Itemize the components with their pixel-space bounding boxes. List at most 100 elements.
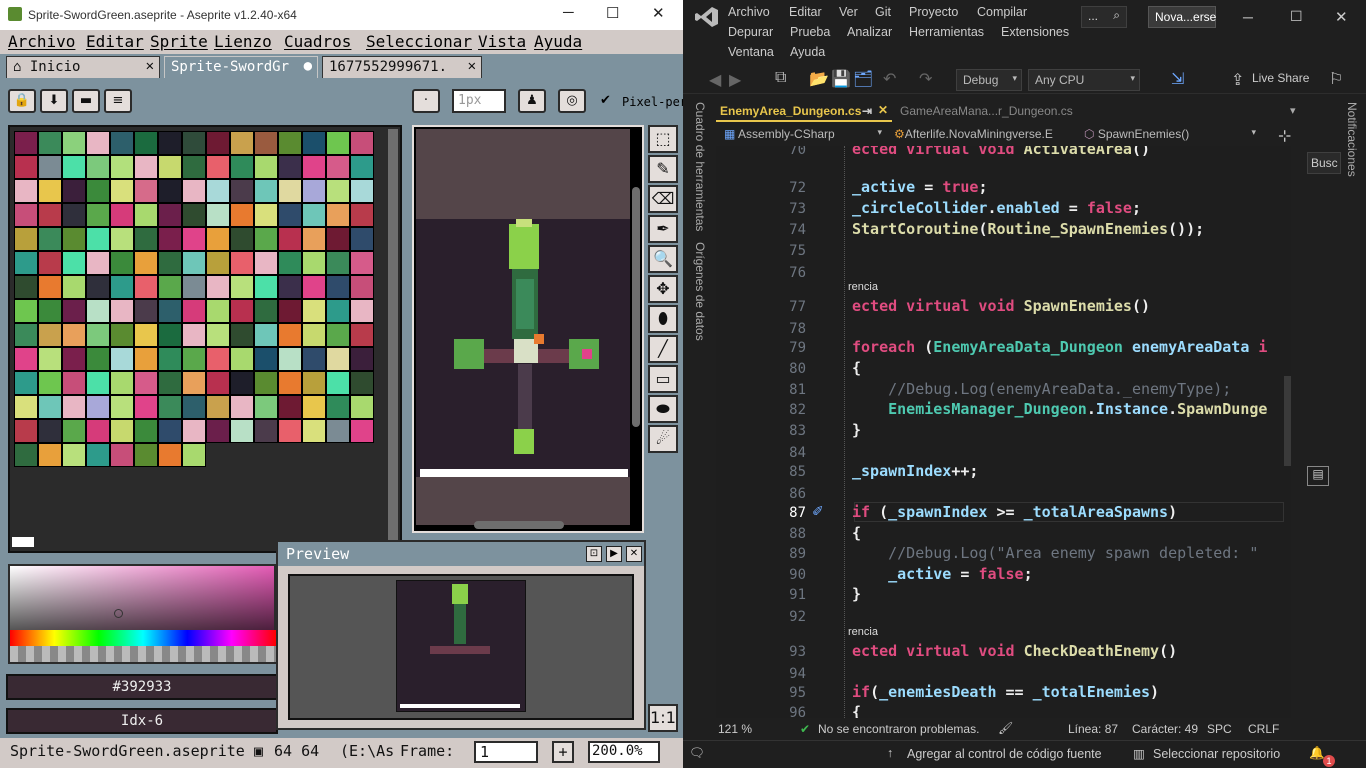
palette-swatch[interactable] — [110, 155, 134, 179]
palette-swatch[interactable] — [230, 347, 254, 371]
palette-swatch[interactable] — [38, 299, 62, 323]
line-endings[interactable]: CRLF — [1248, 722, 1279, 736]
palette-swatch[interactable] — [182, 347, 206, 371]
eraser-icon[interactable]: ⌫ — [648, 185, 678, 213]
palette-swatch[interactable] — [62, 251, 86, 275]
attach-icon[interactable]: ⇲ — [1171, 69, 1184, 89]
palette-swatch[interactable] — [230, 251, 254, 275]
palette-swatch[interactable] — [206, 251, 230, 275]
palette-swatch[interactable] — [278, 227, 302, 251]
palette-swatch[interactable] — [110, 443, 134, 467]
palette-swatch[interactable] — [134, 179, 158, 203]
code-line[interactable]: EnemiesManager_Dungeon.Instance.SpawnDun… — [852, 400, 1267, 418]
palette-swatch[interactable] — [230, 179, 254, 203]
palette-swatch[interactable] — [254, 179, 278, 203]
palette-swatch[interactable] — [350, 275, 374, 299]
symmetry-icon[interactable]: ◎ — [558, 89, 586, 113]
menu-cuadros[interactable]: Cuadros — [284, 32, 351, 51]
marquee-icon[interactable]: ⬚ — [648, 125, 678, 153]
palette-swatch[interactable] — [182, 371, 206, 395]
palette-swatch[interactable] — [38, 419, 62, 443]
palette-swatch[interactable] — [158, 395, 182, 419]
palette-swatch[interactable] — [182, 419, 206, 443]
select-repo-button[interactable]: Seleccionar repositorio — [1153, 747, 1280, 761]
open-folder-icon[interactable]: 📂 — [809, 69, 829, 89]
palette-swatch[interactable] — [134, 323, 158, 347]
palette-swatch[interactable] — [110, 251, 134, 275]
palette-swatch[interactable] — [158, 323, 182, 347]
palette-swatch[interactable] — [230, 299, 254, 323]
palette-swatch[interactable] — [158, 347, 182, 371]
palette-swatch[interactable] — [62, 227, 86, 251]
canvas-vscrollbar[interactable] — [630, 127, 642, 531]
palette-swatch[interactable] — [62, 395, 86, 419]
back-icon[interactable]: ◀ — [709, 70, 721, 90]
palette-swatch[interactable] — [110, 395, 134, 419]
palette-swatch[interactable] — [62, 299, 86, 323]
palette-swatch[interactable] — [278, 371, 302, 395]
palette-swatch[interactable] — [206, 179, 230, 203]
zoom-input[interactable]: 200.0% — [588, 741, 660, 763]
palette-swatch[interactable] — [14, 347, 38, 371]
palette-swatch[interactable] — [182, 395, 206, 419]
maximize-icon[interactable]: ☐ — [1290, 8, 1303, 25]
palette-swatch[interactable] — [38, 323, 62, 347]
palette-swatch[interactable] — [230, 275, 254, 299]
palette-swatch[interactable] — [302, 323, 326, 347]
palette-grid[interactable] — [14, 131, 374, 543]
palette-swatch[interactable] — [206, 395, 230, 419]
color-index-field[interactable]: Idx-6 — [6, 708, 278, 734]
minimize-icon[interactable]: ─ — [1243, 9, 1253, 25]
blur-icon[interactable]: ☄ — [648, 425, 678, 453]
palette-swatch[interactable] — [254, 371, 278, 395]
palette-swatch[interactable] — [62, 323, 86, 347]
palette-swatch[interactable] — [158, 155, 182, 179]
code-line[interactable]: _active = true; — [852, 178, 987, 196]
code-line[interactable]: _active = false; — [852, 565, 1033, 583]
palette-swatch[interactable] — [14, 299, 38, 323]
palette-swatch[interactable] — [278, 395, 302, 419]
contour-icon[interactable]: ⬬ — [648, 395, 678, 423]
palette-swatch[interactable] — [350, 131, 374, 155]
palette-swatch[interactable] — [182, 275, 206, 299]
code-line[interactable]: } — [852, 585, 861, 603]
palette-swatch[interactable] — [38, 275, 62, 299]
palette-swatch[interactable] — [38, 251, 62, 275]
palette-swatch[interactable] — [326, 419, 350, 443]
line-icon[interactable]: ╱ — [648, 335, 678, 363]
code-line[interactable]: StartCoroutine(Routine_SpawnEnemies()); — [852, 220, 1204, 238]
palette-swatch[interactable] — [134, 131, 158, 155]
palette-swatch[interactable] — [182, 179, 206, 203]
palette-swatch[interactable] — [302, 275, 326, 299]
palette-swatch[interactable] — [14, 251, 38, 275]
palette-swatch[interactable] — [86, 155, 110, 179]
palette-swatch[interactable] — [254, 131, 278, 155]
palette-swatch[interactable] — [38, 227, 62, 251]
zoom-icon[interactable]: 🔍 — [648, 245, 678, 273]
palette-swatch[interactable] — [278, 155, 302, 179]
bucket-icon[interactable]: ⬮ — [648, 305, 678, 333]
preview-center-icon[interactable]: ⊡ — [586, 546, 602, 562]
palette-swatch[interactable] — [14, 323, 38, 347]
palette-swatch[interactable] — [62, 275, 86, 299]
palette-swatch[interactable] — [38, 179, 62, 203]
lock-icon[interactable]: 🔒 — [8, 89, 36, 113]
palette-swatch[interactable] — [326, 323, 350, 347]
palette-swatch[interactable] — [302, 299, 326, 323]
palette-swatch[interactable] — [206, 203, 230, 227]
palette-swatch[interactable] — [14, 179, 38, 203]
palette-swatch[interactable] — [134, 227, 158, 251]
folder-icon[interactable]: ▬ — [72, 89, 100, 113]
palette-swatch[interactable] — [182, 443, 206, 467]
preview-play-icon[interactable]: ▶ — [606, 546, 622, 562]
palette-swatch[interactable] — [110, 131, 134, 155]
palette-swatch[interactable] — [38, 155, 62, 179]
palette-swatch[interactable] — [278, 251, 302, 275]
palette-swatch[interactable] — [230, 395, 254, 419]
palette-swatch[interactable] — [230, 323, 254, 347]
code-line[interactable]: { — [852, 524, 861, 542]
palette-swatch[interactable] — [350, 299, 374, 323]
redo-icon[interactable]: ↷ — [919, 69, 932, 89]
tab-gameareamanager[interactable]: GameAreaMana...r_Dungeon.cs — [896, 100, 1096, 122]
fg-color-field[interactable]: #392933 — [6, 674, 278, 700]
